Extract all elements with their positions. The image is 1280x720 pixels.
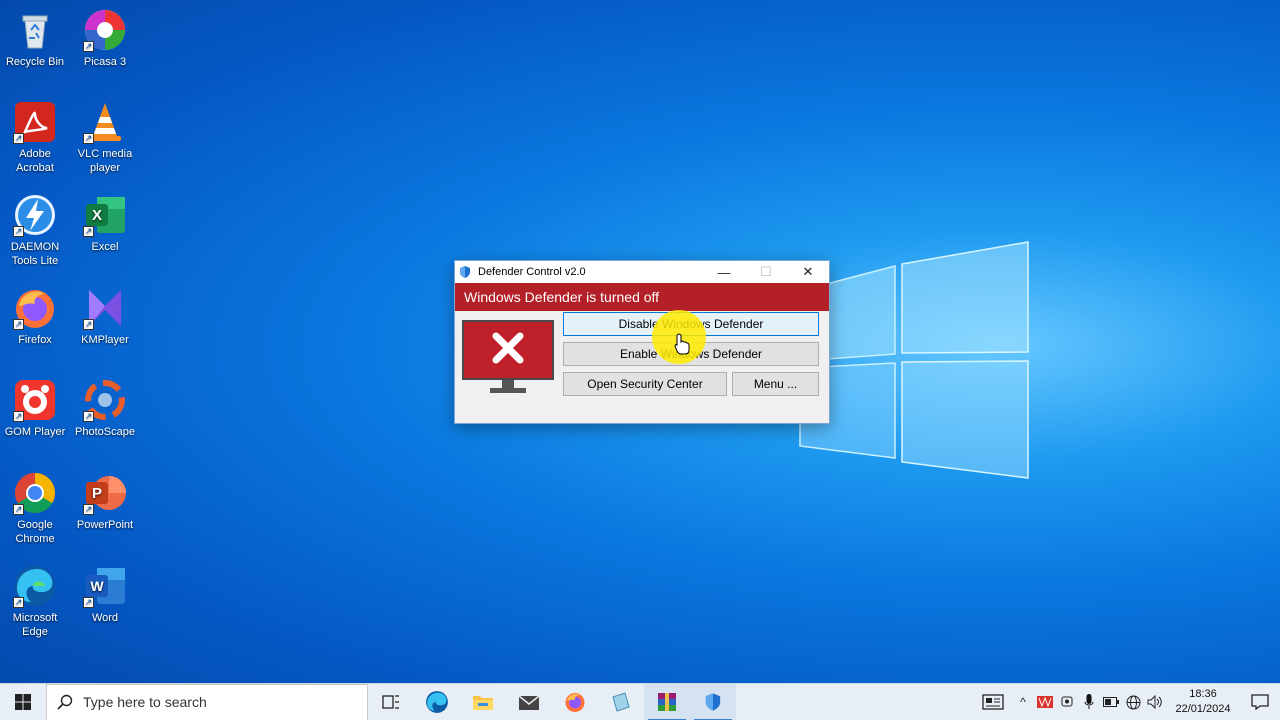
taskbar-file-explorer[interactable] (460, 684, 506, 720)
taskbar-app[interactable] (598, 684, 644, 720)
gom-player-icon: ↗ (13, 378, 57, 422)
defender-control-icon (705, 693, 721, 711)
firefox-icon (565, 693, 585, 712)
excel-icon: X ↗ (83, 193, 127, 237)
svg-text:P: P (92, 485, 102, 502)
desktop-icon-word[interactable]: W ↗ Word (70, 564, 140, 625)
desktop-icon-adobe-acrobat[interactable]: ↗ Adobe Acrobat (0, 100, 70, 175)
defender-control-window[interactable]: Defender Control v2.0 — ☐ ✕ Windows Defe… (454, 260, 830, 424)
app-icon (612, 692, 630, 712)
volume-icon[interactable] (1144, 684, 1166, 720)
search-icon (57, 694, 73, 710)
notification-icon (1251, 694, 1269, 710)
tray-app-icon[interactable] (1034, 684, 1056, 720)
chrome-icon: ↗ (13, 471, 57, 515)
search-placeholder: Type here to search (83, 694, 207, 710)
photoscape-icon: ↗ (83, 378, 127, 422)
taskbar-search-box[interactable]: Type here to search (46, 683, 368, 720)
firefox-icon: ↗ (13, 286, 57, 330)
winrar-icon (658, 693, 676, 711)
desktop-icon-photoscape[interactable]: ↗ PhotoScape (70, 378, 140, 439)
taskbar-clock[interactable]: 18:36 22/01/2024 (1172, 687, 1234, 717)
desktop-icon-gom-player[interactable]: ↗ GOM Player (0, 378, 70, 439)
window-title: Defender Control v2.0 (478, 266, 586, 278)
powerpoint-icon: P ↗ (83, 471, 127, 515)
taskbar-defender-control[interactable] (690, 683, 736, 720)
menu-button[interactable]: Menu ... (732, 372, 819, 396)
desktop-icon-powerpoint[interactable]: P ↗ PowerPoint (70, 471, 140, 532)
open-security-center-button[interactable]: Open Security Center (563, 372, 727, 396)
adobe-acrobat-icon: ↗ (13, 100, 57, 144)
start-button[interactable] (0, 684, 46, 720)
svg-text:X: X (92, 207, 102, 224)
battery-icon[interactable] (1100, 684, 1122, 720)
daemon-tools-icon: ↗ (13, 193, 57, 237)
desktop-icon-kmplayer[interactable]: ↗ KMPlayer (70, 286, 140, 347)
hand-cursor-icon (674, 333, 690, 355)
task-view-icon (382, 695, 399, 709)
taskbar-winrar[interactable] (644, 683, 690, 720)
desktop-icon-firefox[interactable]: ↗ Firefox (0, 286, 70, 347)
defender-shield-icon (460, 266, 470, 278)
show-hidden-icons-chevron-icon[interactable]: ^ (1012, 684, 1034, 720)
clock-date: 22/01/2024 (1175, 703, 1231, 715)
edge-icon (426, 691, 448, 713)
minimize-button[interactable]: — (703, 261, 745, 283)
webcam-icon[interactable] (1056, 684, 1078, 720)
mail-icon (518, 695, 540, 710)
desktop-icon-vlc[interactable]: ↗ VLC media player (70, 100, 140, 175)
news-widget-icon[interactable] (974, 684, 1012, 720)
clock-time: 18:36 (1189, 688, 1217, 700)
task-view-button[interactable] (368, 684, 414, 720)
taskbar-edge[interactable] (414, 684, 460, 720)
svg-text:W: W (90, 578, 104, 594)
taskbar: Type here to search ^ 18:36 22/01/2024 (0, 683, 1280, 720)
edge-icon: ↗ (13, 564, 57, 608)
picasa-icon: ↗ (83, 8, 127, 52)
recycle-bin-icon (13, 8, 57, 52)
system-tray: ^ 18:36 22/01/2024 (974, 684, 1280, 720)
desktop-icon-chrome[interactable]: ↗ Google Chrome (0, 471, 70, 546)
taskbar-firefox[interactable] (552, 684, 598, 720)
desktop-icon-edge[interactable]: ↗ Microsoft Edge (0, 564, 70, 639)
defender-off-monitor-icon (462, 320, 554, 393)
window-titlebar[interactable]: Defender Control v2.0 — ☐ ✕ (455, 261, 829, 283)
windows-start-icon (15, 694, 31, 710)
window-body: Disable Windows Defender Enable Windows … (455, 311, 829, 423)
microphone-icon[interactable] (1078, 684, 1100, 720)
kmplayer-icon: ↗ (83, 286, 127, 330)
defender-status-banner: Windows Defender is turned off (455, 283, 829, 311)
desktop-icon-recycle-bin[interactable]: Recycle Bin (0, 8, 70, 69)
network-globe-icon[interactable] (1122, 684, 1144, 720)
taskbar-mail[interactable] (506, 684, 552, 720)
desktop-icon-daemon-tools[interactable]: ↗ DAEMON Tools Lite (0, 193, 70, 268)
close-button[interactable]: ✕ (787, 261, 829, 283)
notification-center-button[interactable] (1240, 684, 1280, 720)
desktop-icon-picasa[interactable]: ↗ Picasa 3 (70, 8, 140, 69)
maximize-button: ☐ (760, 264, 772, 279)
vlc-icon: ↗ (83, 100, 127, 144)
word-icon: W ↗ (83, 564, 127, 608)
file-explorer-icon (473, 696, 493, 710)
desktop-icon-excel[interactable]: X ↗ Excel (70, 193, 140, 254)
